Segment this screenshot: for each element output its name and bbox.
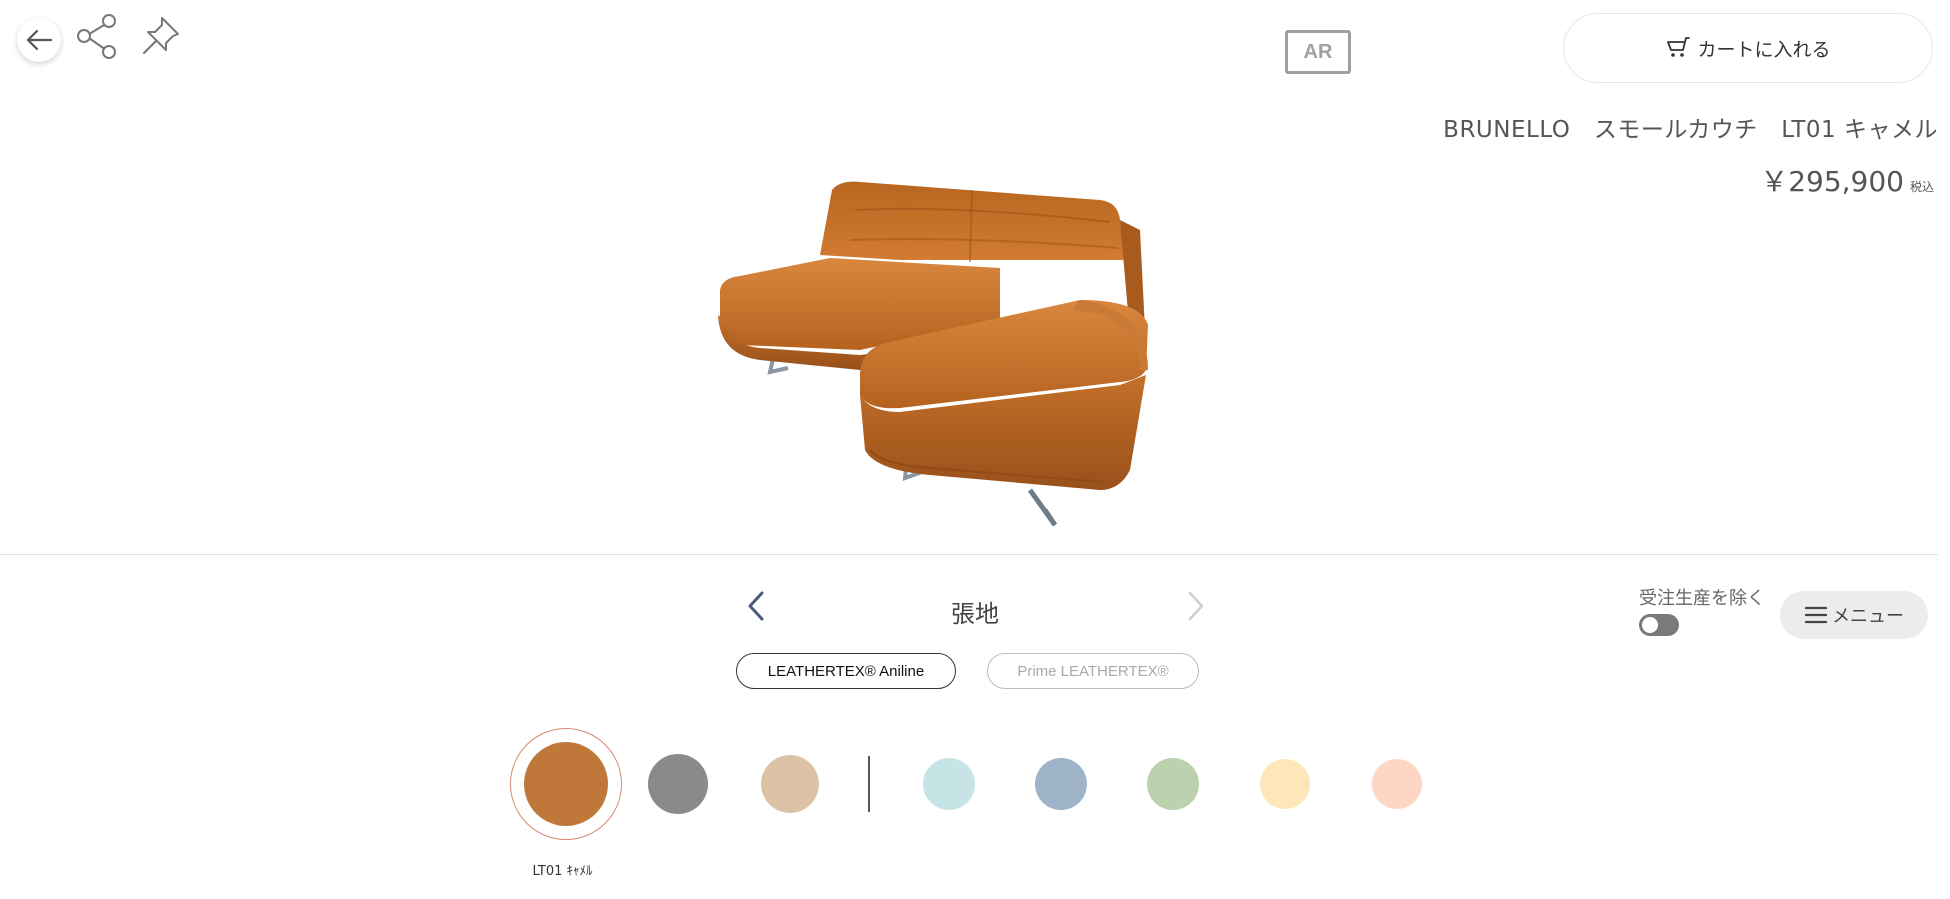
add-to-cart-button[interactable]: カートに入れる bbox=[1563, 13, 1933, 83]
menu-label: メニュー bbox=[1832, 606, 1904, 627]
hamburger-icon bbox=[1804, 606, 1828, 624]
color-swatch-1[interactable] bbox=[524, 742, 608, 826]
arrow-left-icon bbox=[26, 29, 53, 51]
color-swatch-2[interactable] bbox=[648, 754, 708, 814]
color-swatch-6[interactable] bbox=[1147, 758, 1199, 810]
back-button[interactable] bbox=[17, 18, 61, 62]
menu-button[interactable]: メニュー bbox=[1780, 591, 1928, 639]
next-category-button[interactable] bbox=[1182, 588, 1210, 624]
sofa-image bbox=[718, 181, 1148, 527]
share-icon bbox=[77, 14, 116, 59]
color-swatch-7[interactable] bbox=[1260, 759, 1310, 809]
category-title: 張地 bbox=[951, 600, 999, 628]
price-amount: ￥295,900 bbox=[1760, 165, 1904, 198]
material-tab-leathertex-aniline[interactable]: LEATHERTEX® Aniline bbox=[736, 653, 956, 689]
cart-icon bbox=[1667, 37, 1691, 57]
ar-button[interactable]: AR bbox=[1285, 30, 1351, 74]
color-swatch-3[interactable] bbox=[761, 755, 819, 813]
price: ￥295,900 税込 bbox=[1760, 160, 1934, 200]
section-divider bbox=[0, 554, 1938, 555]
chevron-right-icon bbox=[1188, 591, 1204, 621]
swatch-separator bbox=[868, 756, 870, 812]
tax-label: 税込 bbox=[1909, 180, 1934, 194]
color-swatch-4[interactable] bbox=[923, 758, 975, 810]
pin-icon bbox=[143, 17, 179, 54]
chevron-left-icon bbox=[748, 591, 764, 621]
material-tab-prime-leathertex[interactable]: Prime LEATHERTEX® bbox=[987, 653, 1199, 689]
share-button[interactable] bbox=[72, 12, 122, 60]
color-swatch-8[interactable] bbox=[1372, 759, 1422, 809]
color-swatch-5[interactable] bbox=[1035, 758, 1087, 810]
exclude-made-to-order-label: 受注生産を除く bbox=[1639, 588, 1765, 609]
exclude-made-to-order-toggle[interactable] bbox=[1639, 614, 1679, 636]
prev-category-button[interactable] bbox=[742, 588, 770, 624]
product-name: BRUNELLO スモールカウチ LT01 キャメル bbox=[1443, 117, 1938, 143]
pin-button[interactable] bbox=[138, 14, 184, 60]
product-3d-viewer[interactable] bbox=[700, 150, 1260, 540]
add-to-cart-label: カートに入れる bbox=[1697, 38, 1831, 61]
selected-swatch-label: LT01 ｷｬﾒﾙ bbox=[532, 864, 593, 879]
toggle-knob bbox=[1642, 617, 1658, 633]
